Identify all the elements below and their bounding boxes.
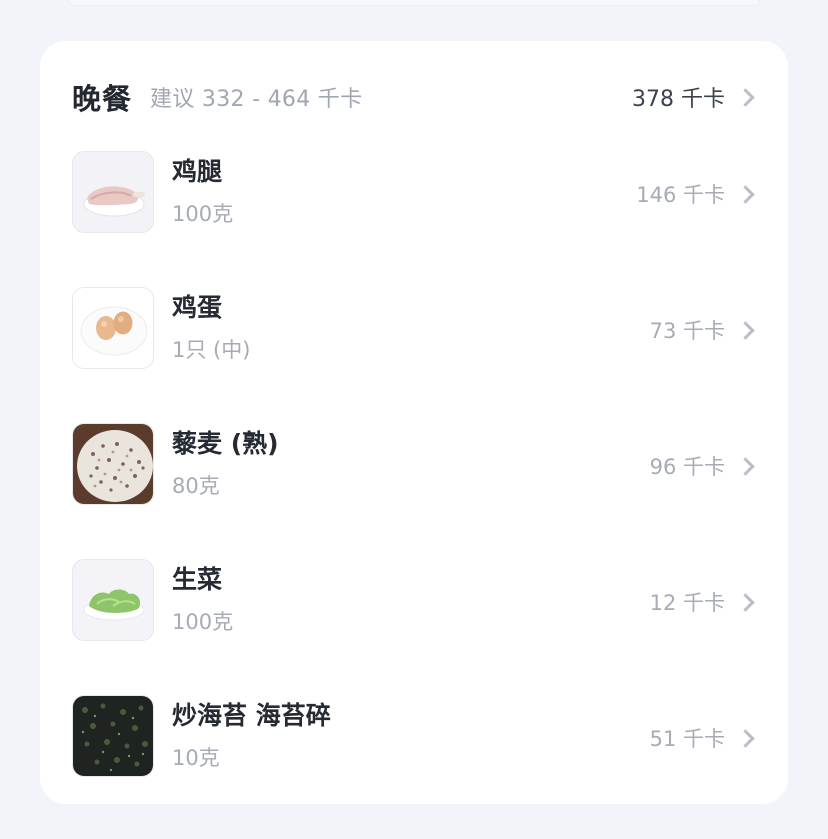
food-name: 鸡蛋 [172, 293, 223, 322]
food-item[interactable]: 炒海苔 海苔碎 10克 51 千卡 [72, 695, 756, 831]
food-name: 炒海苔 海苔碎 [172, 701, 331, 730]
food-amount: 100克 [172, 202, 234, 226]
chicken-leg-icon [72, 151, 154, 233]
food-amount: 10克 [172, 746, 220, 770]
meal-total-kcal: 378 千卡 [632, 87, 725, 112]
calorie-suggestion: 建议 332 - 464 千卡 [150, 87, 363, 112]
chevron-right-icon [736, 456, 755, 476]
dinner-header[interactable]: 晚餐 建议 332 - 464 千卡 378 千卡 [72, 75, 756, 119]
food-kcal-value: 146 千卡 [636, 183, 725, 207]
meal-title: 晚餐 [72, 82, 133, 116]
chevron-right-icon [736, 728, 755, 748]
food-item[interactable]: 生菜 100克 12 千卡 [72, 559, 756, 695]
seaweed-icon [72, 695, 154, 777]
food-item[interactable]: 藜麦 (熟) 80克 96 千卡 [72, 423, 756, 559]
food-kcal: 73 千卡 [650, 315, 756, 345]
food-list: 鸡腿 100克 146 千卡 鸡蛋 1只 (中) 73 千卡 藜麦 (熟) 80… [72, 151, 756, 831]
food-kcal-value: 73 千卡 [649, 319, 725, 343]
eggs-icon [72, 287, 154, 369]
lettuce-icon [72, 559, 154, 641]
food-kcal-value: 96 千卡 [649, 455, 725, 479]
previous-card-edge [68, 0, 760, 6]
food-name: 生菜 [172, 565, 223, 594]
chevron-right-icon [736, 87, 755, 107]
chevron-right-icon [736, 320, 755, 340]
food-name: 藜麦 (熟) [172, 429, 279, 458]
meal-total[interactable]: 378 千卡 [632, 81, 756, 113]
food-kcal: 12 千卡 [650, 587, 756, 617]
quinoa-icon [72, 423, 154, 505]
food-kcal: 146 千卡 [636, 179, 756, 209]
food-amount: 1只 (中) [172, 338, 251, 362]
dinner-card: 晚餐 建议 332 - 464 千卡 378 千卡 鸡腿 100克 146 千卡… [40, 41, 788, 804]
food-kcal-value: 12 千卡 [649, 591, 725, 615]
food-name: 鸡腿 [172, 157, 223, 186]
food-amount: 100克 [172, 610, 234, 634]
food-kcal-value: 51 千卡 [649, 727, 725, 751]
food-item[interactable]: 鸡蛋 1只 (中) 73 千卡 [72, 287, 756, 423]
food-kcal: 51 千卡 [650, 723, 756, 753]
chevron-right-icon [736, 592, 755, 612]
food-item[interactable]: 鸡腿 100克 146 千卡 [72, 151, 756, 287]
chevron-right-icon [736, 184, 755, 204]
food-amount: 80克 [172, 474, 220, 498]
food-kcal: 96 千卡 [650, 451, 756, 481]
